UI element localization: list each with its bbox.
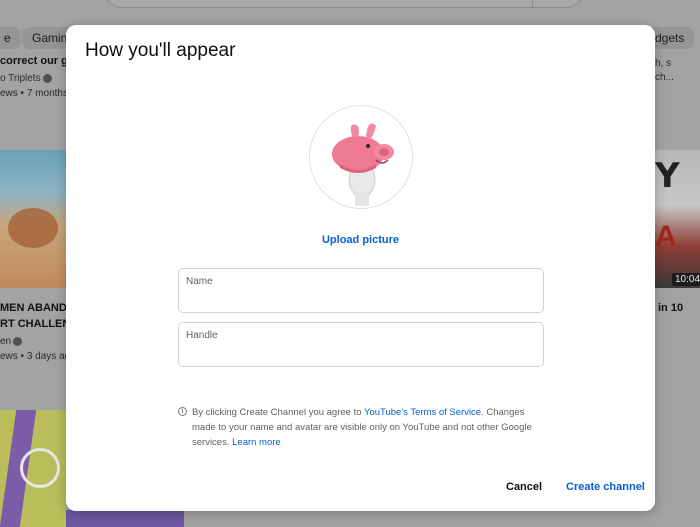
cancel-button[interactable]: Cancel bbox=[506, 481, 542, 493]
search-button bbox=[532, 0, 584, 8]
handle-field[interactable]: Handle bbox=[178, 322, 544, 367]
video-thumbnail-cartoon bbox=[0, 410, 66, 527]
name-input[interactable] bbox=[186, 291, 536, 307]
name-field-label: Name bbox=[186, 276, 213, 287]
video-title-right: in 10 bbox=[658, 302, 684, 314]
video-thumbnail-beach bbox=[0, 150, 66, 288]
terms-of-service-link[interactable]: YouTube's Terms of Service bbox=[364, 407, 481, 418]
video-title: MEN ABANDO bbox=[0, 302, 76, 314]
create-channel-button[interactable]: Create channel bbox=[566, 481, 645, 493]
video-title: correct our gr bbox=[0, 55, 73, 67]
info-icon: i bbox=[178, 407, 187, 416]
video-title-right: h, s bbox=[655, 58, 672, 69]
name-field[interactable]: Name bbox=[178, 268, 544, 313]
channel-avatar[interactable] bbox=[309, 105, 413, 209]
pig-hat-avatar-image bbox=[332, 123, 394, 206]
dialog-title: How you'll appear bbox=[85, 40, 236, 61]
create-channel-dialog: How you'll appear Upload picture Name Ha… bbox=[66, 25, 655, 511]
handle-field-label: Handle bbox=[186, 330, 218, 341]
video-thumbnail-partial bbox=[66, 510, 184, 527]
verified-icon bbox=[13, 336, 23, 346]
video-meta: ews • 3 days ag bbox=[0, 351, 71, 362]
video-channel: en bbox=[0, 336, 23, 347]
search-bar bbox=[104, 0, 584, 8]
handle-input[interactable] bbox=[186, 345, 536, 361]
chip-partial-left: e bbox=[0, 27, 21, 49]
upload-picture-link[interactable]: Upload picture bbox=[66, 234, 655, 246]
video-channel: o Triplets bbox=[0, 73, 52, 84]
video-meta: ews • 7 months bbox=[0, 88, 68, 99]
duration-badge: 10:04 bbox=[672, 273, 700, 286]
terms-text-prefix: By clicking Create Channel you agree to bbox=[192, 407, 364, 418]
video-title-right-line2: ch... bbox=[655, 72, 674, 83]
learn-more-link[interactable]: Learn more bbox=[232, 437, 281, 448]
video-thumbnail-soldier: Y A bbox=[655, 150, 700, 288]
verified-icon bbox=[42, 73, 52, 83]
terms-notice: i By clicking Create Channel you agree t… bbox=[178, 405, 548, 450]
